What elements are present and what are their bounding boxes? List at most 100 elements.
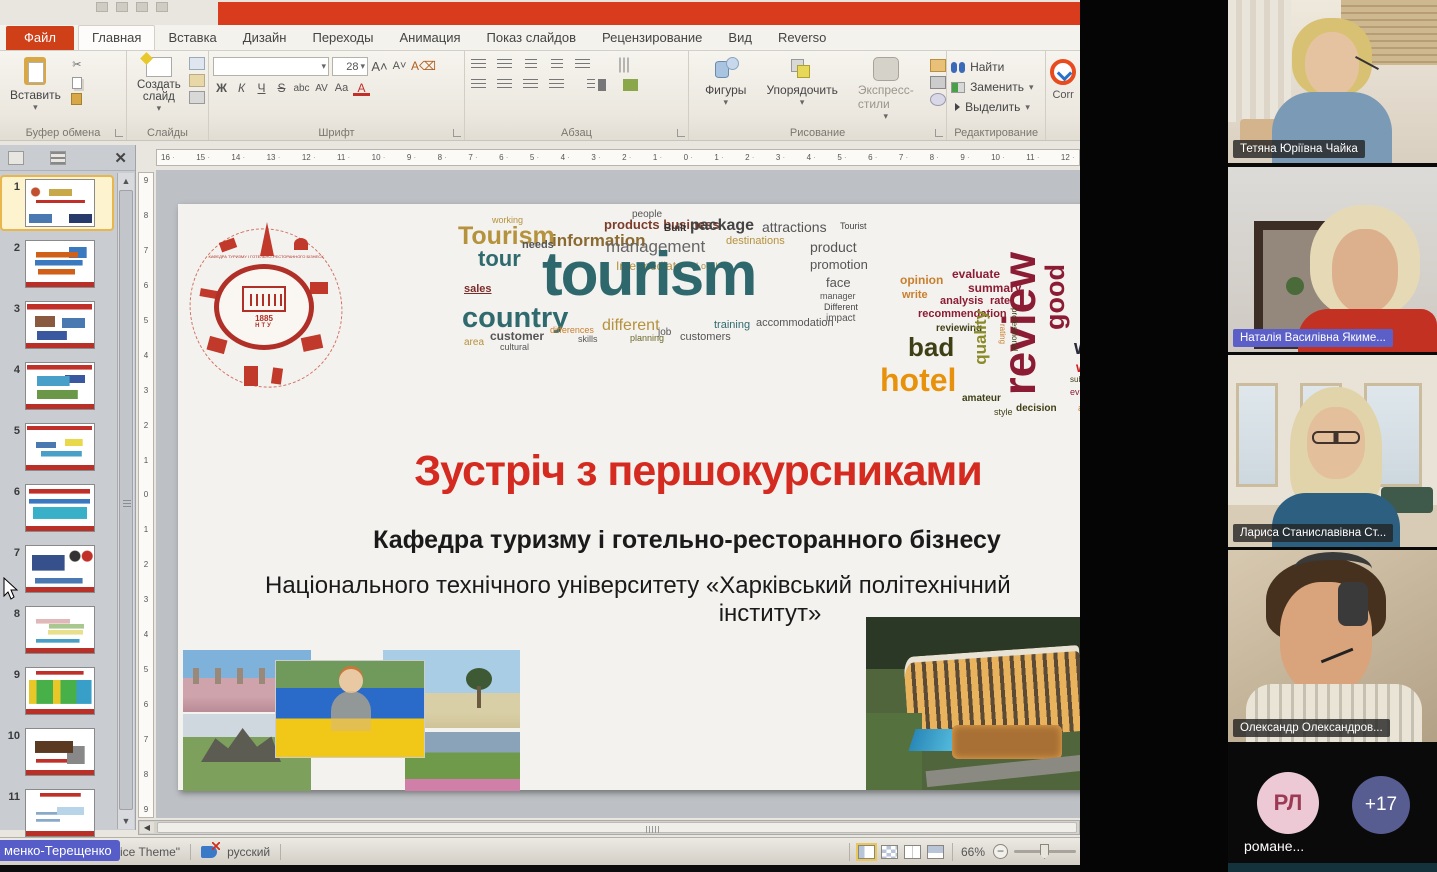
italic-button[interactable]: К	[233, 80, 250, 97]
font-size-combo[interactable]: 28▾	[332, 57, 368, 76]
slide-university-line[interactable]: Національного технічного університету «Х…	[265, 572, 1011, 600]
reverso-correct-button[interactable]: Corr	[1046, 51, 1080, 140]
slide-thumbnail[interactable]: 4	[2, 360, 112, 412]
slideshow-button[interactable]	[927, 845, 944, 859]
shapes-button[interactable]: Фигуры ▾	[699, 55, 752, 124]
smartart-button[interactable]	[621, 77, 641, 93]
slide-thumbnail[interactable]: 10	[2, 726, 112, 778]
change-case-button[interactable]: Aa	[333, 80, 350, 97]
video-tile-1[interactable]: Тетяна Юріївна Чайка	[1228, 0, 1437, 163]
slide-thumbnail[interactable]: 9	[2, 665, 112, 717]
close-icon[interactable]: ✕	[114, 149, 127, 167]
columns-button[interactable]	[581, 77, 601, 93]
scroll-up-icon[interactable]: ▲	[119, 174, 133, 188]
scrollbar-thumb[interactable]	[119, 190, 133, 810]
slide-thumbnail[interactable]: 5	[2, 421, 112, 473]
slide-title[interactable]: Зустріч з першокурсниками	[178, 447, 1080, 496]
find-button[interactable]: Найти	[951, 57, 1041, 77]
dialog-launcher-icon[interactable]	[677, 129, 685, 137]
shape-fill-button[interactable]	[930, 59, 946, 72]
layout-button[interactable]	[189, 57, 205, 70]
arrange-button[interactable]: Упорядочить ▾	[760, 55, 843, 124]
review-wordcloud[interactable]: reviewgoodopinionevaluatesummarywriteana…	[878, 252, 1080, 424]
align-center-button[interactable]	[495, 77, 515, 93]
copy-button[interactable]	[69, 76, 85, 89]
zoom-slider[interactable]	[1014, 850, 1076, 853]
dialog-launcher-icon[interactable]	[935, 129, 943, 137]
font-color-button[interactable]: A	[353, 82, 370, 96]
bold-button[interactable]: Ж	[213, 80, 230, 97]
zoom-out-button[interactable]: −	[993, 844, 1008, 859]
replace-button[interactable]: Заменить▾	[951, 77, 1041, 97]
slide-thumbnail[interactable]: 6	[2, 482, 112, 534]
underline-button[interactable]: Ч	[253, 80, 270, 97]
slides-tab[interactable]	[8, 151, 24, 165]
slide-sorter-button[interactable]	[881, 845, 898, 859]
hotel-photo[interactable]	[866, 617, 1080, 790]
tab-file[interactable]: Файл	[6, 26, 74, 50]
reset-button[interactable]	[189, 74, 205, 87]
font-name-combo[interactable]: ▾	[213, 57, 329, 76]
normal-view-button[interactable]	[858, 845, 875, 859]
slide-university-line2[interactable]: інститут»	[719, 600, 822, 628]
horizontal-scrollbar[interactable]: ◀	[138, 820, 1080, 835]
video-tile-4[interactable]: Олександр Олександров...	[1228, 550, 1437, 742]
scroll-down-icon[interactable]: ▼	[119, 814, 133, 828]
char-spacing-button[interactable]: AV	[313, 80, 330, 97]
align-right-button[interactable]	[521, 77, 541, 93]
shrink-font-button[interactable]: A˅	[391, 58, 408, 75]
slide-canvas[interactable]: КАФЕДРА ТУРИЗМУ І ГОТЕЛЬНО-РЕСТОРАННОГО …	[178, 204, 1080, 790]
tab-home[interactable]: Главная	[78, 25, 155, 50]
tab-transitions[interactable]: Переходы	[299, 26, 386, 50]
tab-view[interactable]: Вид	[715, 26, 765, 50]
tab-review[interactable]: Рецензирование	[589, 26, 715, 50]
tab-design[interactable]: Дизайн	[230, 26, 300, 50]
shape-effects-button[interactable]	[930, 93, 946, 106]
avatar[interactable]: РЛ	[1257, 772, 1319, 834]
slide-thumbnail[interactable]: 11	[2, 787, 112, 839]
justify-button[interactable]	[547, 77, 567, 93]
more-participants-badge[interactable]: +17	[1352, 776, 1410, 834]
department-logo[interactable]: КАФЕДРА ТУРИЗМУ І ГОТЕЛЬНО-РЕСТОРАННОГО …	[198, 220, 334, 402]
numbering-button[interactable]	[495, 57, 515, 73]
shadow-button[interactable]: abc	[293, 80, 310, 97]
scrollbar-track[interactable]	[157, 822, 1077, 833]
dialog-launcher-icon[interactable]	[453, 129, 461, 137]
dialog-launcher-icon[interactable]	[115, 129, 123, 137]
outline-tab[interactable]	[50, 151, 66, 165]
ukraine-photo-collage[interactable]	[183, 644, 520, 791]
reading-view-button[interactable]	[904, 845, 921, 859]
line-spacing-button[interactable]	[573, 57, 593, 73]
bullets-button[interactable]	[469, 57, 489, 73]
cut-button[interactable]: ✂	[69, 59, 85, 72]
slide-subtitle[interactable]: Кафедра туризму і готельно-ресторанного …	[178, 526, 1080, 555]
quick-access-toolbar[interactable]	[96, 2, 168, 16]
clear-formatting-button[interactable]: A⌫	[411, 58, 436, 75]
slide-thumbnail[interactable]: 2	[2, 238, 112, 290]
align-left-button[interactable]	[469, 77, 489, 93]
language-indicator[interactable]: русский	[227, 845, 270, 859]
text-direction-button[interactable]	[613, 57, 633, 73]
theme-name[interactable]: ice Theme"	[120, 845, 180, 859]
slide-thumbnail[interactable]: 1	[2, 177, 112, 229]
scroll-left-icon[interactable]: ◀	[140, 822, 154, 833]
new-slide-button[interactable]: Создать слайд ▾	[131, 55, 187, 124]
slides-pane-scrollbar[interactable]: ▲ ▼	[117, 173, 134, 829]
zoom-level[interactable]: 66%	[961, 845, 985, 859]
strikethrough-button[interactable]: S	[273, 80, 290, 97]
tab-reverso[interactable]: Reverso	[765, 26, 839, 50]
spellcheck-icon[interactable]	[201, 846, 217, 858]
tab-slideshow[interactable]: Показ слайдов	[474, 26, 590, 50]
decrease-indent-button[interactable]	[521, 57, 541, 73]
tab-animations[interactable]: Анимация	[386, 26, 473, 50]
video-tile-2[interactable]: Наталія Василівна Якиме...	[1228, 167, 1437, 352]
tab-insert[interactable]: Вставка	[155, 26, 229, 50]
increase-indent-button[interactable]	[547, 57, 567, 73]
slide-thumbnail[interactable]: 3	[2, 299, 112, 351]
video-tile-3[interactable]: Лариса Станиславівна Ст...	[1228, 355, 1437, 547]
grow-font-button[interactable]: A˄	[371, 58, 388, 75]
zoom-slider-thumb[interactable]	[1040, 844, 1049, 859]
paste-button[interactable]: Вставить ▾	[4, 55, 67, 124]
section-button[interactable]	[189, 91, 205, 104]
slide-thumbnail[interactable]: 8	[2, 604, 112, 656]
